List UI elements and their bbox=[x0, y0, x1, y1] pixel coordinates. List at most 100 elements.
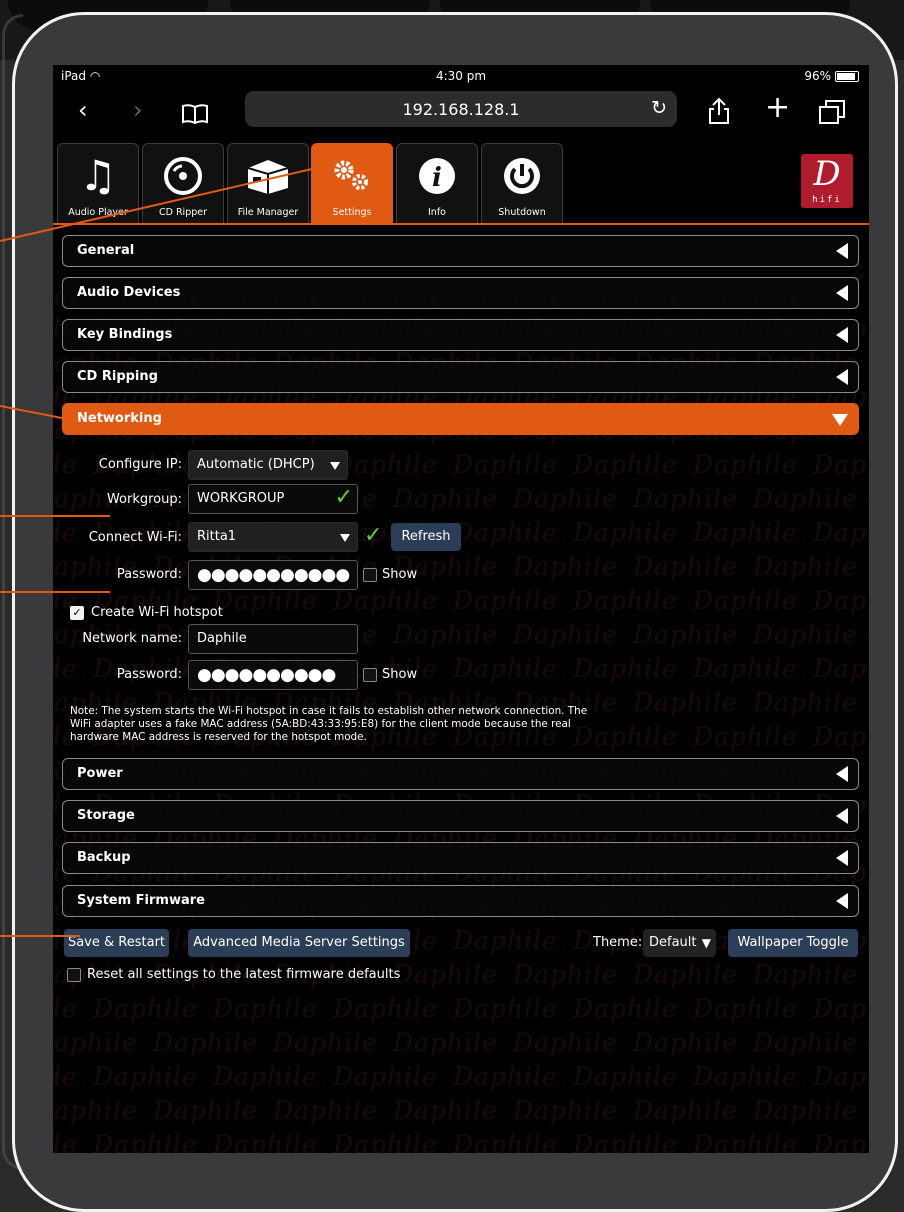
url-text: 192.168.128.1 bbox=[402, 100, 520, 119]
wifi-connected-check-icon: ✓ bbox=[364, 523, 383, 548]
watermark-word: Daphile bbox=[393, 960, 498, 989]
tab-shutdown[interactable]: Shutdown bbox=[481, 143, 563, 223]
watermark-word: Daphile bbox=[813, 722, 869, 751]
advanced-media-server-button[interactable]: Advanced Media Server Settings bbox=[188, 929, 410, 957]
watermark-word: Daphile bbox=[273, 1096, 378, 1125]
watermark-word: Daphile bbox=[273, 1028, 378, 1057]
wifi-password-label: Password: bbox=[116, 567, 182, 582]
watermark-word: Daphile bbox=[453, 450, 558, 479]
watermark-word: Daphile bbox=[573, 1062, 678, 1091]
section-power[interactable]: Power bbox=[62, 758, 859, 790]
collapse-arrow-icon bbox=[836, 285, 848, 301]
tab-label: File Manager bbox=[237, 207, 299, 218]
daphile-logo: D hifi bbox=[801, 154, 853, 208]
section-audio-devices[interactable]: Audio Devices bbox=[62, 277, 859, 309]
workgroup-label: Workgroup: bbox=[106, 492, 182, 507]
power-icon bbox=[482, 154, 562, 198]
valid-check-icon: ✓ bbox=[334, 485, 353, 510]
network-name-input[interactable]: Daphile bbox=[188, 624, 358, 654]
connect-wifi-label: Connect Wi-Fi: bbox=[88, 530, 182, 545]
watermark-word: Daphile bbox=[453, 1062, 558, 1091]
section-key-bindings[interactable]: Key Bindings bbox=[62, 319, 859, 351]
status-time: 4:30 pm bbox=[435, 69, 487, 83]
watermark-word: Daphile bbox=[813, 1062, 869, 1091]
callout-line-workgroup bbox=[0, 515, 110, 517]
watermark-word: Daphile bbox=[393, 484, 498, 513]
configure-ip-select[interactable]: Automatic (DHCP) bbox=[188, 450, 348, 480]
callout-line-save bbox=[0, 935, 80, 937]
collapse-arrow-icon bbox=[836, 808, 848, 824]
collapse-arrow-icon bbox=[836, 893, 848, 909]
tab-settings[interactable]: Settings bbox=[311, 143, 393, 223]
new-tab-icon[interactable]: + bbox=[765, 93, 790, 123]
watermark-word: Daphile bbox=[393, 1096, 498, 1125]
watermark-word: Daphile bbox=[573, 994, 678, 1023]
section-general[interactable]: General bbox=[62, 235, 859, 267]
show-password-label: Show bbox=[382, 567, 418, 582]
watermark-word: Daphile bbox=[453, 1130, 558, 1153]
reset-settings-checkbox[interactable] bbox=[67, 968, 81, 982]
tab-file-manager[interactable]: File Manager bbox=[227, 143, 309, 223]
watermark-word: Daphile bbox=[453, 994, 558, 1023]
chevron-down-icon bbox=[340, 534, 350, 542]
watermark-word: Daphile bbox=[393, 1028, 498, 1057]
watermark-word: Daphile bbox=[53, 1062, 78, 1091]
watermark-word: Daphile bbox=[213, 994, 318, 1023]
battery-icon bbox=[835, 70, 859, 82]
callout-line-password bbox=[0, 591, 110, 593]
tab-cd-ripper[interactable]: CD Ripper bbox=[142, 143, 224, 223]
watermark-word: Daphile bbox=[813, 1130, 869, 1153]
watermark-word: Daphile bbox=[573, 1130, 678, 1153]
hotspot-password-input[interactable]: ●●●●●●●●●● bbox=[188, 660, 358, 690]
watermark-word: Daphile bbox=[213, 1062, 318, 1091]
wifi-password-input[interactable]: ●●●●●●●●●●● bbox=[188, 560, 358, 590]
watermark-word: Daphile bbox=[453, 926, 558, 955]
create-hotspot-checkbox[interactable]: ✓ bbox=[70, 606, 84, 620]
watermark-word: Daphile bbox=[753, 1028, 858, 1057]
watermark-word: Daphile bbox=[693, 722, 798, 751]
tab-info[interactable]: i Info bbox=[396, 143, 478, 223]
tablet-screen: Daphile Daphile Daphile Daphile Daphile Daphi… bbox=[53, 65, 869, 1153]
show-password-checkbox[interactable] bbox=[363, 568, 377, 582]
wallpaper-toggle-button[interactable]: Wallpaper Toggle bbox=[728, 929, 858, 957]
tab-label: CD Ripper bbox=[158, 207, 208, 218]
music-note-icon: ♫ bbox=[79, 151, 117, 200]
workgroup-input[interactable]: WORKGROUP ✓ bbox=[188, 484, 358, 514]
watermark-word: Daphile bbox=[573, 586, 678, 615]
section-backup[interactable]: Backup bbox=[62, 842, 859, 874]
hotspot-show-password-checkbox[interactable] bbox=[363, 668, 377, 682]
section-networking[interactable]: Networking bbox=[62, 403, 859, 435]
watermark-word: Daphile bbox=[633, 484, 738, 513]
forward-icon[interactable]: › bbox=[133, 95, 143, 125]
watermark-word: Daphile bbox=[693, 518, 798, 547]
watermark-word: Daphile bbox=[453, 586, 558, 615]
watermark-word: Daphile bbox=[333, 994, 438, 1023]
refresh-button[interactable]: Refresh bbox=[391, 523, 461, 551]
reset-settings-label: Reset all settings to the latest firmwar… bbox=[87, 967, 401, 982]
tabs-overview-icon[interactable] bbox=[818, 99, 846, 132]
save-restart-button[interactable]: Save & Restart bbox=[64, 929, 169, 957]
address-bar[interactable]: 192.168.128.1 ↻ bbox=[245, 91, 677, 127]
wifi-network-select[interactable]: Ritta1 bbox=[188, 522, 358, 552]
watermark-word: Daphile bbox=[813, 450, 869, 479]
watermark-word: Daphile bbox=[693, 994, 798, 1023]
reload-icon[interactable]: ↻ bbox=[651, 97, 667, 119]
watermark-word: Daphile bbox=[333, 1130, 438, 1153]
watermark-word: Daphile bbox=[93, 1130, 198, 1153]
watermark-word: Daphile bbox=[93, 1062, 198, 1091]
watermark-word: Daphile bbox=[53, 994, 78, 1023]
bookmarks-icon[interactable] bbox=[181, 101, 209, 131]
back-icon[interactable]: ‹ bbox=[78, 95, 88, 125]
watermark-word: Daphile bbox=[453, 518, 558, 547]
watermark-word: Daphile bbox=[153, 1096, 258, 1125]
section-system-firmware[interactable]: System Firmware bbox=[62, 885, 859, 917]
collapse-arrow-icon bbox=[836, 327, 848, 343]
watermark-word: Daphile bbox=[453, 654, 558, 683]
watermark-word: Daphile bbox=[573, 518, 678, 547]
share-icon[interactable] bbox=[708, 97, 730, 132]
watermark-word: Daphile bbox=[513, 620, 618, 649]
section-storage[interactable]: Storage bbox=[62, 800, 859, 832]
theme-select[interactable]: Default ▼ bbox=[643, 929, 716, 957]
section-cd-ripping[interactable]: CD Ripping bbox=[62, 361, 859, 393]
info-icon: i bbox=[397, 154, 477, 198]
